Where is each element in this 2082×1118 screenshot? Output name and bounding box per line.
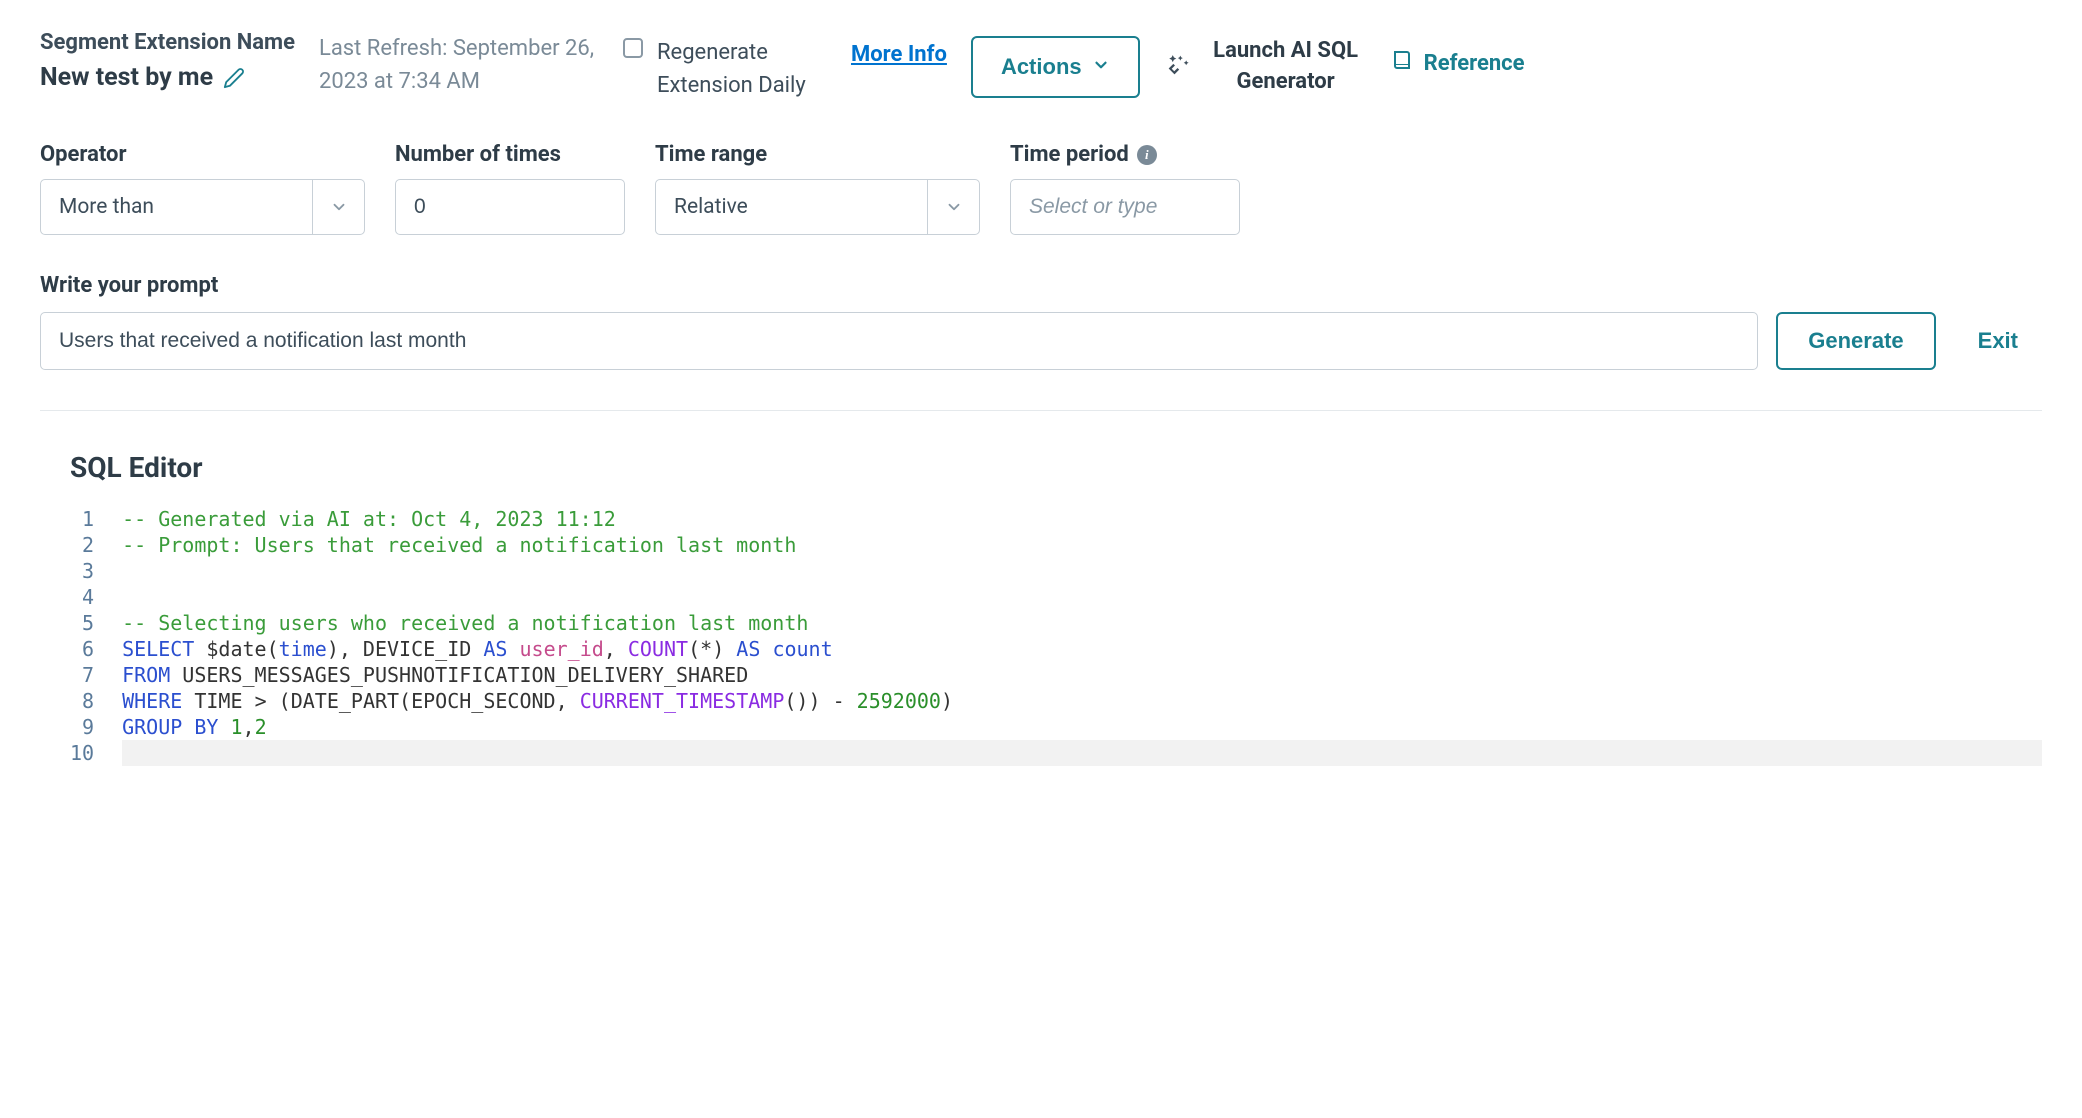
segment-extension-name-label: Segment Extension Name [40, 30, 295, 55]
title-block: Segment Extension Name New test by me [40, 30, 295, 92]
exit-button[interactable]: Exit [1954, 314, 2042, 368]
edit-icon[interactable] [223, 67, 245, 89]
chevron-down-icon [312, 180, 364, 234]
time-range-select[interactable]: Relative [655, 179, 980, 235]
time-range-group: Time range Relative [655, 142, 980, 235]
last-refresh-text: Last Refresh: September 26, 2023 at 7:34… [319, 30, 599, 98]
sql-editor-body[interactable]: 12345678910 -- Generated via AI at: Oct … [70, 506, 2042, 766]
operator-value: More than [41, 195, 312, 219]
generate-button[interactable]: Generate [1776, 312, 1935, 370]
number-of-times-input[interactable] [395, 179, 625, 235]
regenerate-daily-label: Regenerate Extension Daily [657, 36, 827, 102]
actions-button-label: Actions [1001, 54, 1082, 80]
operator-label: Operator [40, 142, 365, 167]
chevron-down-icon [1092, 54, 1110, 80]
chevron-down-icon [927, 180, 979, 234]
actions-button[interactable]: Actions [971, 36, 1140, 98]
prompt-section: Write your prompt Generate Exit [40, 273, 2042, 370]
prompt-input[interactable] [40, 312, 1758, 370]
regenerate-daily-checkbox[interactable] [623, 38, 643, 58]
number-of-times-group: Number of times [395, 142, 625, 235]
ai-generator-label: Launch AI SQL Generator [1206, 36, 1366, 98]
reference-link[interactable]: Reference [1390, 30, 1525, 78]
reference-label: Reference [1424, 51, 1525, 76]
time-range-label: Time range [655, 142, 980, 167]
filters-row: Operator More than Number of times Time … [40, 142, 2042, 235]
time-period-input[interactable] [1010, 179, 1240, 235]
extension-name: New test by me [40, 63, 213, 92]
book-icon [1390, 48, 1414, 78]
sql-editor-title: SQL Editor [70, 451, 2042, 484]
operator-select[interactable]: More than [40, 179, 365, 235]
prompt-label: Write your prompt [40, 273, 2042, 298]
line-numbers: 12345678910 [70, 506, 122, 766]
page-header: Segment Extension Name New test by me La… [40, 30, 2042, 102]
time-period-label: Time period i [1010, 142, 1240, 167]
sql-editor-section: SQL Editor 12345678910 -- Generated via … [40, 410, 2042, 766]
launch-ai-sql-generator[interactable]: Launch AI SQL Generator [1164, 30, 1366, 98]
info-icon[interactable]: i [1137, 145, 1157, 165]
time-range-value: Relative [656, 195, 927, 219]
number-of-times-label: Number of times [395, 142, 625, 167]
code-lines[interactable]: -- Generated via AI at: Oct 4, 2023 11:1… [122, 506, 2042, 766]
prompt-row: Generate Exit [40, 312, 2042, 370]
time-period-group: Time period i [1010, 142, 1240, 235]
title-name-row: New test by me [40, 63, 295, 92]
more-info-link[interactable]: More Info [851, 30, 947, 71]
magic-wand-icon [1164, 51, 1192, 83]
regenerate-block: Regenerate Extension Daily [623, 30, 827, 102]
operator-group: Operator More than [40, 142, 365, 235]
